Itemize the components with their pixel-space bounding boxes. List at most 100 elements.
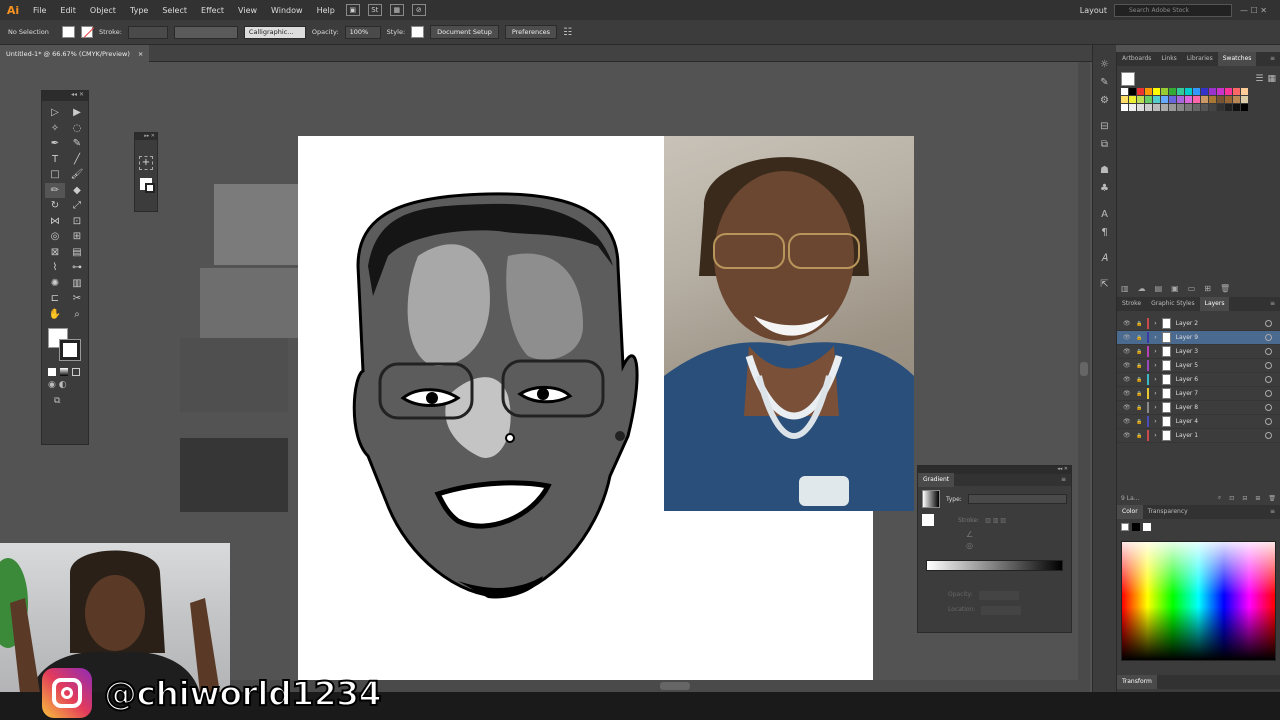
grid-view-icon[interactable]: ▦ xyxy=(1267,74,1276,84)
color-swatch[interactable] xyxy=(1177,96,1184,103)
layer-row[interactable]: 👁 🔒 › Layer 8 xyxy=(1117,401,1280,415)
fill-swatch[interactable] xyxy=(62,26,75,38)
color-swatch[interactable] xyxy=(1241,96,1248,103)
menu-edit[interactable]: Edit xyxy=(53,6,83,15)
variable-width-profile[interactable] xyxy=(173,25,238,39)
opentype-icon[interactable]: 𝐴 xyxy=(1093,253,1116,271)
color-swatch[interactable] xyxy=(1209,96,1216,103)
gradient-type-select[interactable] xyxy=(967,494,1067,504)
workspace-switcher[interactable]: Layout xyxy=(1073,6,1114,15)
color-swatch[interactable] xyxy=(1217,104,1224,111)
show-kinds-icon[interactable]: ▤ xyxy=(1155,284,1163,293)
layer-row[interactable]: 👁 🔒 › Layer 6 xyxy=(1117,373,1280,387)
zoom-tool-icon[interactable]: ⌕ xyxy=(67,307,87,323)
document-tab[interactable]: Untitled-1* @ 66.67% (CMYK/Preview) × xyxy=(0,45,150,62)
color-swatch[interactable] xyxy=(1209,88,1216,95)
menu-window[interactable]: Window xyxy=(264,6,310,15)
color-swatch[interactable] xyxy=(1233,88,1240,95)
pathfinder-icon[interactable]: ⧉ xyxy=(1093,139,1116,157)
new-sublayer-icon[interactable]: ⊟ xyxy=(1242,495,1247,502)
color-swatch[interactable] xyxy=(1161,104,1168,111)
color-swatch[interactable] xyxy=(1185,104,1192,111)
vertical-scrollbar[interactable] xyxy=(1078,62,1090,692)
horizontal-scroll-thumb[interactable] xyxy=(660,682,690,690)
lock-icon[interactable]: 🔒 xyxy=(1136,391,1142,397)
vertical-scroll-thumb[interactable] xyxy=(1080,362,1088,376)
graphic-style-swatch[interactable] xyxy=(411,26,425,38)
menu-view[interactable]: View xyxy=(231,6,264,15)
color-swatch[interactable] xyxy=(1201,88,1208,95)
fill-stroke-widget[interactable] xyxy=(42,326,88,366)
symbol-sprayer-tool-icon[interactable]: ✺ xyxy=(45,276,65,292)
type-tool-icon[interactable]: T xyxy=(45,152,65,168)
clipping-mask-icon[interactable]: ⊡ xyxy=(1229,495,1234,502)
screen-mode-icon[interactable]: ⧉ xyxy=(42,394,88,408)
panel-menu-icon[interactable]: ≡ xyxy=(1265,505,1280,519)
delete-swatch-icon[interactable]: 🗑 xyxy=(1220,284,1230,293)
visibility-eye-icon[interactable]: 👁 xyxy=(1123,348,1131,355)
target-circle-icon[interactable] xyxy=(1265,418,1272,425)
gpu-icon[interactable]: ⊘ xyxy=(411,4,426,16)
stroke-weight-input[interactable] xyxy=(127,25,168,39)
appearance-icon[interactable]: ⚙ xyxy=(1093,95,1116,113)
gradient-slider[interactable] xyxy=(926,560,1063,571)
slice-tool-icon[interactable]: ✂ xyxy=(67,291,87,307)
color-swatch[interactable] xyxy=(1201,104,1208,111)
color-swatch[interactable] xyxy=(1153,96,1160,103)
rectangle-tool-icon[interactable]: □ xyxy=(45,167,65,183)
none-mode-icon[interactable] xyxy=(72,368,80,376)
color-swatch[interactable] xyxy=(1241,104,1248,111)
expand-chevron-icon[interactable]: › xyxy=(1154,404,1156,411)
aspect-ratio-icon[interactable]: ◎ xyxy=(918,539,1071,550)
visibility-eye-icon[interactable]: 👁 xyxy=(1123,432,1131,439)
lock-icon[interactable]: 🔒 xyxy=(1136,377,1142,383)
color-swatch[interactable] xyxy=(1217,96,1224,103)
color-swatch[interactable] xyxy=(1193,88,1200,95)
visibility-eye-icon[interactable]: 👁 xyxy=(1123,404,1131,411)
draw-mode-icon[interactable]: ◉ ◐ xyxy=(42,376,88,394)
new-group-icon[interactable]: ▭ xyxy=(1188,284,1196,293)
direct-selection-tool-icon[interactable]: ▶ xyxy=(67,105,87,121)
gradient-location-input[interactable] xyxy=(981,606,1022,615)
color-swatch[interactable] xyxy=(1153,104,1160,111)
color-swatch[interactable] xyxy=(1177,88,1184,95)
layer-row[interactable]: 👁 🔒 › Layer 3 xyxy=(1117,345,1280,359)
expand-chevron-icon[interactable]: › xyxy=(1154,390,1156,397)
target-circle-icon[interactable] xyxy=(1265,320,1272,327)
tab-swatches[interactable]: Swatches xyxy=(1217,52,1257,66)
color-swatch[interactable] xyxy=(1129,88,1136,95)
tab-gradient[interactable]: Gradient xyxy=(918,473,955,487)
blend-tool-icon[interactable]: ⊶ xyxy=(67,260,87,276)
library-icon[interactable]: ▥ xyxy=(1121,284,1129,293)
lock-icon[interactable]: 🔒 xyxy=(1136,419,1142,425)
color-swatch[interactable] xyxy=(1225,96,1232,103)
menu-select[interactable]: Select xyxy=(155,6,194,15)
hand-tool-icon[interactable]: ✋ xyxy=(45,307,65,323)
menu-help[interactable]: Help xyxy=(310,6,342,15)
lock-icon[interactable]: 🔒 xyxy=(1136,349,1142,355)
eyedropper-tool-icon[interactable]: ⌇ xyxy=(45,260,65,276)
color-swatch[interactable] xyxy=(1233,96,1240,103)
perspective-grid-tool-icon[interactable]: ⊞ xyxy=(67,229,87,245)
layer-row[interactable]: 👁 🔒 › Layer 1 xyxy=(1117,429,1280,443)
tab-layers[interactable]: Layers xyxy=(1199,297,1230,311)
opacity-input[interactable]: 100% xyxy=(344,25,381,39)
line-tool-icon[interactable]: ╱ xyxy=(67,152,87,168)
menu-type[interactable]: Type xyxy=(123,6,155,15)
scale-tool-icon[interactable]: ⤢ xyxy=(67,198,87,214)
mesh-tool-icon[interactable]: ⊠ xyxy=(45,245,65,261)
align-panel-icon[interactable]: ⊟ xyxy=(1093,121,1116,139)
color-swatch[interactable] xyxy=(1153,88,1160,95)
stroke-swatch-large[interactable] xyxy=(59,339,81,361)
paintbrush-tool-icon[interactable]: 🖌 xyxy=(67,167,87,183)
color-swatch[interactable] xyxy=(1121,96,1128,103)
gray-swatch-light[interactable] xyxy=(214,184,310,265)
visibility-eye-icon[interactable]: 👁 xyxy=(1123,334,1131,341)
layer-row[interactable]: 👁 🔒 › Layer 4 xyxy=(1117,415,1280,429)
layer-row[interactable]: 👁 🔒 › Layer 5 xyxy=(1117,359,1280,373)
color-swatch[interactable] xyxy=(1137,88,1144,95)
expand-chevron-icon[interactable]: › xyxy=(1154,362,1156,369)
close-tab-icon[interactable]: × xyxy=(138,50,143,58)
color-swatch[interactable] xyxy=(1129,104,1136,111)
sun-icon[interactable]: ☼ xyxy=(1093,59,1116,77)
